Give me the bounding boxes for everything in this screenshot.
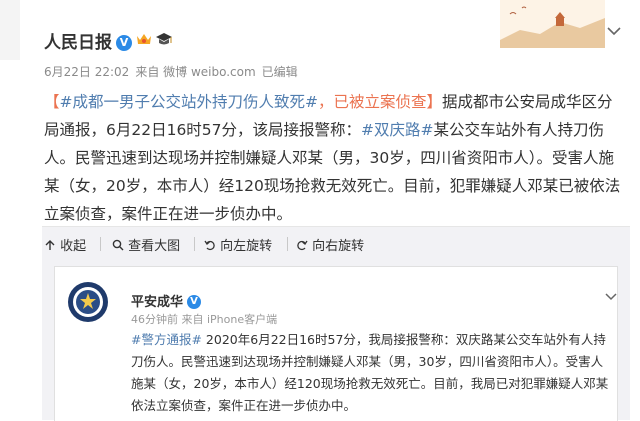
view-large-label: 查看大图 [128,239,181,254]
divider [100,237,101,251]
image-toolbar: 收起 查看大图 向左旋转 向右旋转 [42,226,630,261]
quoted-account-name[interactable]: 平安成华 [131,295,183,310]
title-bracket: 【 [44,93,60,111]
divider [194,237,195,251]
rotate-right-button[interactable]: 向右旋转 [296,235,364,254]
verified-badge-icon[interactable]: V [116,35,132,51]
account-name[interactable]: 人民日报 [44,33,112,53]
road-tag-link[interactable]: #双庆路# [361,121,433,139]
police-emblem-avatar[interactable] [67,281,109,323]
avatar[interactable] [0,0,40,60]
view-large-button[interactable]: 查看大图 [112,235,180,254]
post-body: 【#成都一男子公交站外持刀伤人致死#，已被立案侦查】据成都市公安局成华区分局通报… [44,88,628,228]
police-notice-tag[interactable]: #警方通报# [131,332,202,347]
crown-badge-icon[interactable] [135,31,153,47]
collapse-label: 收起 [60,239,87,254]
graduation-cap-icon[interactable] [155,31,173,47]
rotate-right-icon [296,239,308,254]
great-wall-banner [500,0,605,48]
title-rest: ，已被立案侦查】 [318,93,443,111]
post-source[interactable]: 来自 微博 weibo.com [135,65,255,79]
collapse-button[interactable]: 收起 [44,235,86,254]
rotate-left-button[interactable]: 向左旋转 [204,235,272,254]
post-meta: 6月22日 22:02 来自 微博 weibo.com 已编辑 [44,63,304,80]
quoted-body-text: 2020年6月22日16时57分，我局接报警称：双庆路某公交车站外有人持刀伤人。… [131,332,609,413]
chevron-down-icon[interactable] [604,287,618,301]
post-time[interactable]: 6月22日 22:02 [44,65,129,79]
divider [287,237,288,251]
quoted-post-meta[interactable]: 46分钟前 来自 iPhone客户端 [131,311,277,327]
collapse-arrow-icon [44,239,56,254]
quoted-post-card[interactable]: 平安成华 V 46分钟前 来自 iPhone客户端 #警方通报# 2020年6月2… [54,266,618,421]
chevron-down-icon[interactable] [606,22,622,36]
rotate-right-label: 向右旋转 [312,239,365,254]
rotate-left-icon [204,239,216,254]
quoted-account-row: 平安成华 V [131,291,202,310]
edited-label: 已编辑 [261,65,298,79]
account-name-row: 人民日报 V [44,28,173,53]
quoted-post-body: #警方通报# 2020年6月22日16时57分，我局接报警称：双庆路某公交车站外… [131,329,615,417]
hashtag-link[interactable]: #成都一男子公交站外持刀伤人致死# [60,93,318,111]
magnifier-icon [112,239,124,254]
rotate-left-label: 向左旋转 [220,239,273,254]
verified-badge-icon[interactable]: V [187,295,202,309]
quoted-post-area: 平安成华 V 46分钟前 来自 iPhone客户端 #警方通报# 2020年6月2… [42,260,630,421]
